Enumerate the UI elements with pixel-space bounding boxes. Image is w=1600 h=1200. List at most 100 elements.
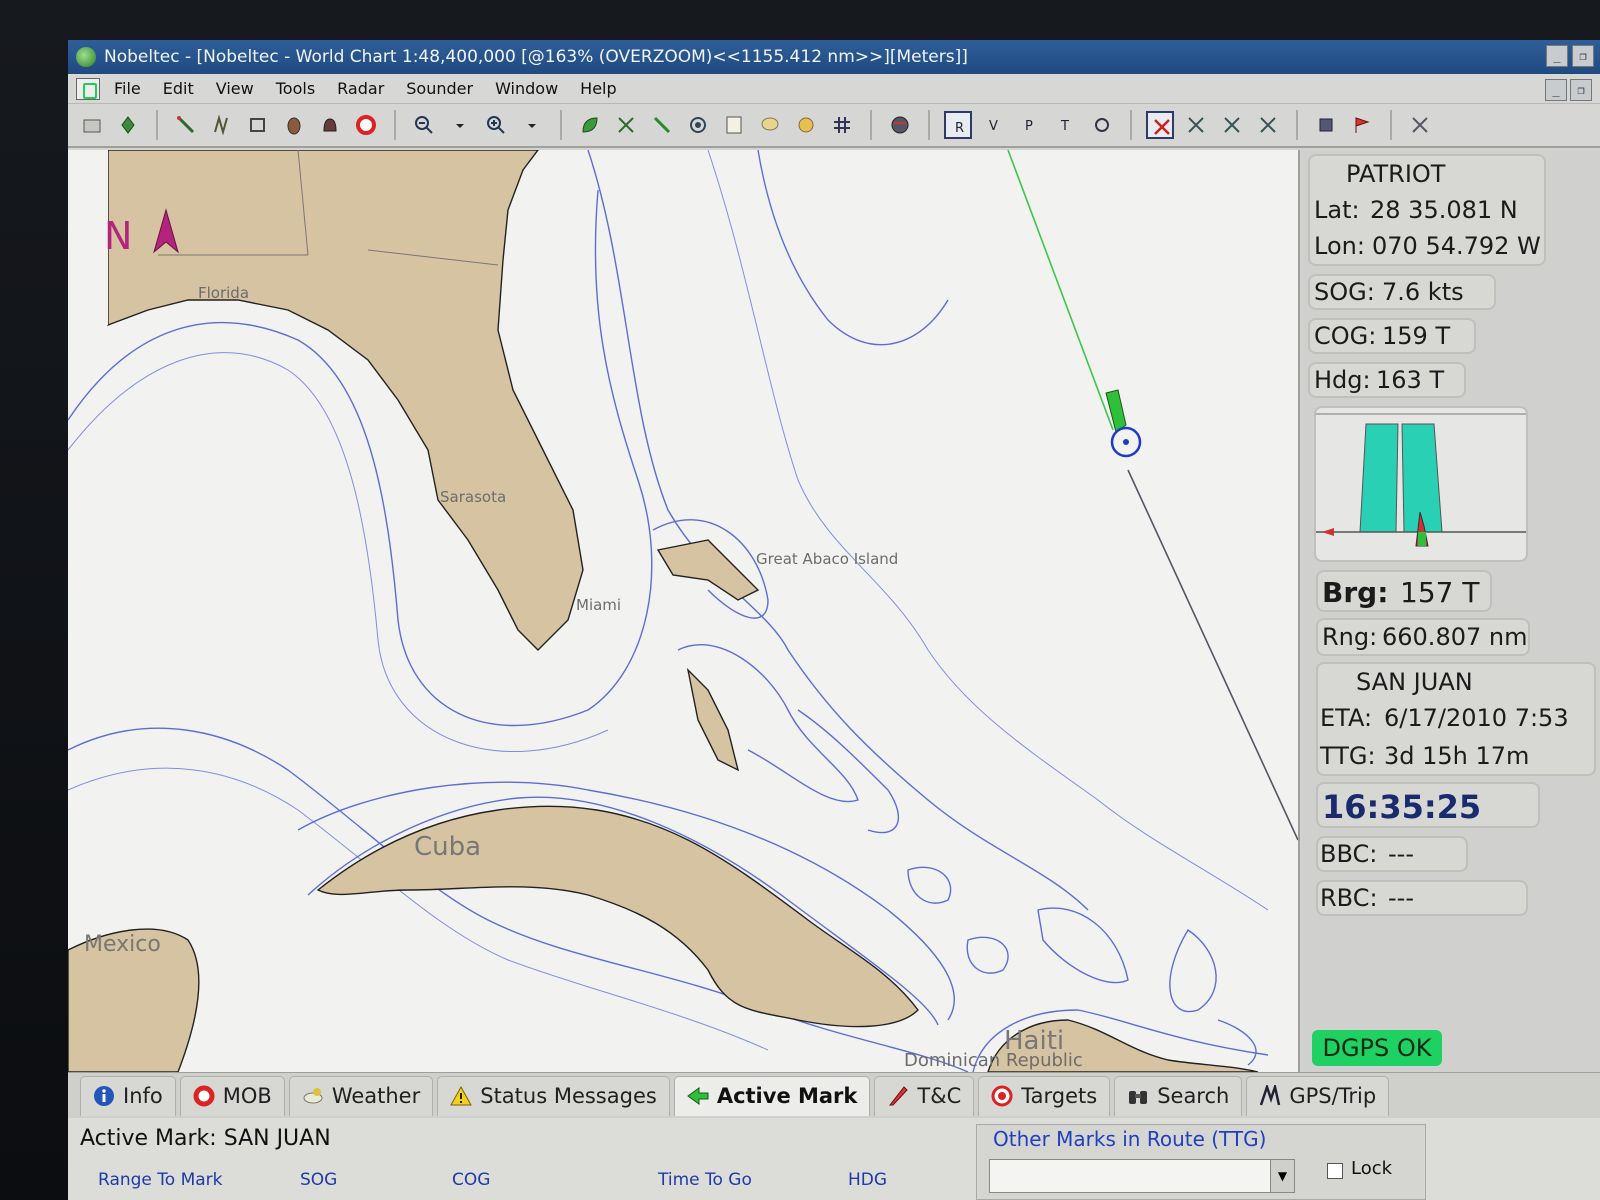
tab-mob[interactable]: MOB [179, 1075, 285, 1116]
toolbar-button-flag[interactable] [1348, 111, 1376, 139]
head-up-icon: P [1025, 119, 1033, 134]
document-icon[interactable] [76, 77, 100, 100]
toolbar-button-cross-2[interactable] [1218, 111, 1246, 139]
toolbar-button-open[interactable] [78, 111, 106, 139]
chevron-down-icon [456, 124, 464, 128]
vessel-position-box: PATRIOT Lat: 28 35.081 N Lon: 070 54.792… [1308, 154, 1546, 266]
toolbar-button-cross-tools[interactable] [612, 111, 640, 139]
toolbar-button-place-mark[interactable] [114, 111, 142, 139]
speech-bubble-icon [761, 117, 779, 131]
menu-tools[interactable]: Tools [276, 79, 315, 98]
toolbar-button-cross-3[interactable] [1254, 111, 1282, 139]
toolbar-button-mob[interactable] [352, 111, 380, 139]
tab-search[interactable]: Search [1114, 1075, 1243, 1116]
vessel-name: PATRIOT [1346, 160, 1446, 188]
toolbar-button-zoom-out-menu[interactable] [446, 111, 474, 139]
doc-minimize-button[interactable]: _ [1545, 79, 1567, 101]
menu-edit[interactable]: Edit [163, 79, 194, 98]
cross-arrows-icon [1224, 117, 1240, 133]
cog-label: COG: [1314, 322, 1377, 350]
toolbar-button-cross-1[interactable] [1182, 111, 1210, 139]
tab-weather[interactable]: Weather [288, 1075, 434, 1116]
buoy-icon [287, 117, 301, 135]
target-icon [991, 1085, 1013, 1107]
toolbar-button-head-up[interactable]: P [1016, 111, 1044, 139]
column-sog: SOG [300, 1170, 338, 1190]
toolbar-button-cancel-route[interactable] [1146, 111, 1174, 139]
menu-window[interactable]: Window [495, 79, 558, 98]
doc-restore-button[interactable]: ❐ [1570, 79, 1592, 101]
cog-box: COG: 159 T [1308, 318, 1476, 354]
toolbar-button-bell[interactable] [316, 111, 344, 139]
label-cuba: Cuba [414, 832, 482, 862]
toolbar-button-grid[interactable] [828, 111, 856, 139]
bearing-box: Brg: 157 T [1316, 570, 1492, 612]
track-history-line [1007, 150, 1114, 431]
menu-view[interactable]: View [216, 79, 254, 98]
sog-value: 7.6 kts [1382, 278, 1464, 306]
chevron-down-icon [528, 124, 536, 128]
highway-left-marker-icon [1322, 528, 1334, 536]
label-mexico: Mexico [84, 932, 161, 957]
tab-tides-currents[interactable]: T&C [874, 1075, 975, 1116]
ttg-value: 3d 15h 17m [1384, 742, 1530, 770]
toolbar-separator [1296, 110, 1298, 140]
toolbar-button-route-edit[interactable] [208, 111, 236, 139]
route-marks-select[interactable]: ▼ [989, 1159, 1295, 1193]
lat-value: 28 35.081 N [1370, 196, 1518, 224]
toolbar-separator [1130, 110, 1132, 140]
toolbar-button-tools[interactable] [1312, 111, 1340, 139]
toolbar-button-north-up[interactable]: R [944, 111, 972, 139]
minimize-button[interactable]: _ [1546, 45, 1568, 67]
bbc-label: BBC: [1320, 840, 1378, 868]
toolbar-button-options[interactable] [1406, 111, 1434, 139]
toolbar-button-zoom-in-menu[interactable] [518, 111, 546, 139]
toolbar-button-center[interactable] [684, 111, 712, 139]
toolbar-button-zoom-out[interactable] [410, 111, 438, 139]
tab-info[interactable]: Info [80, 1075, 176, 1116]
rbc-label: RBC: [1320, 884, 1378, 912]
toolbar-button-light[interactable] [792, 111, 820, 139]
menu-radar[interactable]: Radar [337, 79, 384, 98]
bearing-value: 157 T [1400, 576, 1480, 609]
depth-contour [707, 150, 1269, 911]
tab-status-messages[interactable]: Status Messages [437, 1075, 670, 1116]
toolbar-button-globe[interactable] [886, 111, 914, 139]
route-line-icon [177, 116, 195, 134]
toolbar-button-notes[interactable] [720, 111, 748, 139]
toolbar-button-leaf[interactable] [576, 111, 604, 139]
chart-canvas[interactable] [68, 150, 1300, 1072]
menu-bar: File Edit View Tools Radar Sounder Windo… [68, 74, 1600, 104]
ship-settings-icon [1095, 118, 1109, 132]
bbc-value: --- [1388, 840, 1414, 868]
gps-status-badge: DGPS OK [1312, 1030, 1442, 1066]
menu-file[interactable]: File [114, 79, 141, 98]
toolbar-button-zoom-in[interactable] [482, 111, 510, 139]
eta-label: ETA: [1320, 704, 1373, 732]
nautical-chart[interactable]: N Florida Sarasota Miami Great Abaco Isl… [68, 150, 1300, 1072]
toolbar-button-course-up[interactable]: V [980, 111, 1008, 139]
tab-active-mark[interactable]: Active Mark [673, 1075, 871, 1116]
toolbar-button-chat[interactable] [756, 111, 784, 139]
toolbar-button-buoy[interactable] [280, 111, 308, 139]
binoculars-icon [1129, 1091, 1148, 1104]
toolbar-button-measure[interactable] [648, 111, 676, 139]
restore-button[interactable]: ❐ [1572, 45, 1594, 67]
tab-gps-trip[interactable]: GPS/Trip [1246, 1075, 1390, 1116]
chevron-down-icon[interactable]: ▼ [1270, 1160, 1294, 1192]
vessel-ship-icon[interactable] [1105, 389, 1127, 433]
active-mark-panel: Active Mark: SAN JUAN Range To Mark SOG … [68, 1118, 1600, 1200]
column-range-to-mark: Range To Mark [98, 1170, 223, 1190]
depth-contour [1169, 929, 1217, 1013]
menu-help[interactable]: Help [580, 79, 616, 98]
tab-targets[interactable]: Targets [978, 1075, 1111, 1116]
toolbar-button-route[interactable] [172, 111, 200, 139]
toolbar-button-area[interactable] [244, 111, 272, 139]
toolbar-button-track-up[interactable]: T [1052, 111, 1080, 139]
menu-sounder[interactable]: Sounder [406, 79, 473, 98]
lock-checkbox[interactable] [1327, 1163, 1343, 1179]
toolbar-button-ship-settings[interactable] [1088, 111, 1116, 139]
gulf-water [68, 150, 108, 325]
app-globe-icon [76, 47, 96, 67]
leaf-icon [582, 117, 598, 133]
